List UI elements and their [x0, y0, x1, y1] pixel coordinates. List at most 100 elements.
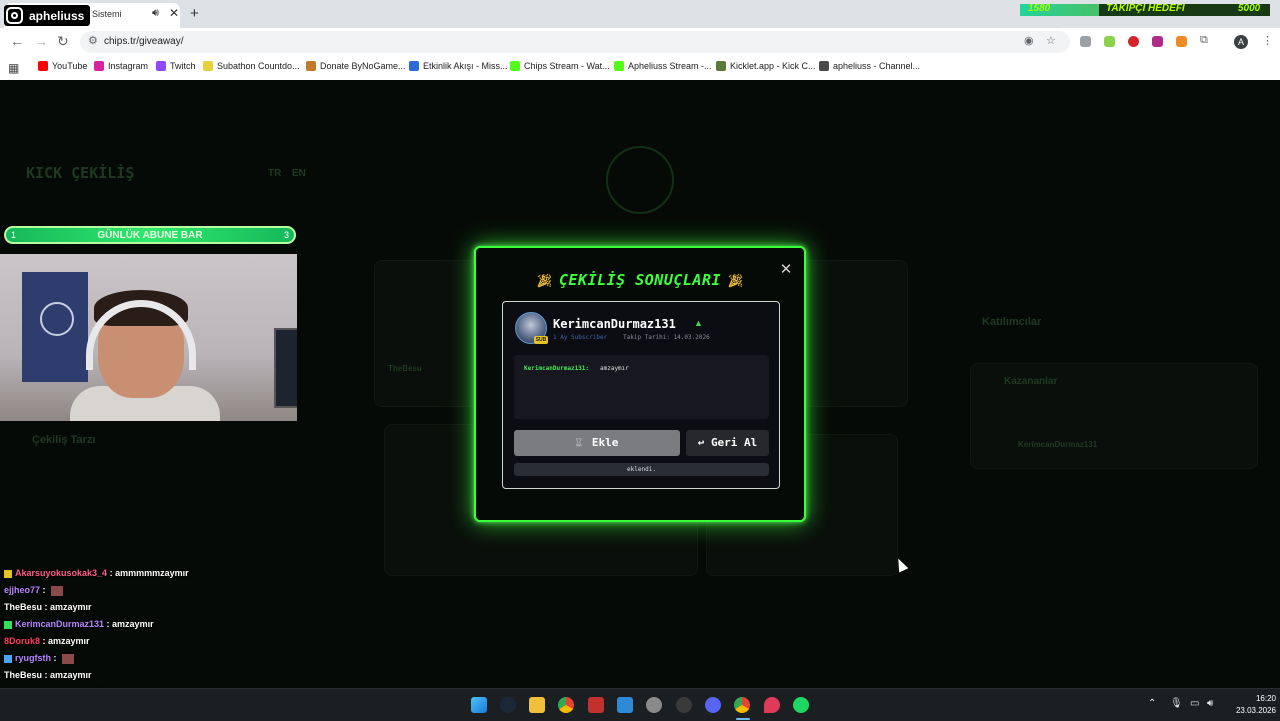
winner-subscription: 1 Ay Subscriber — [553, 334, 608, 341]
app-icon[interactable] — [617, 697, 633, 713]
apps-grid-icon[interactable]: ▦ — [8, 61, 19, 75]
chat-separator: : — [42, 602, 51, 612]
bookmark-item[interactable]: Donate ByNoGame... — [306, 61, 406, 71]
daily-sub-bar: 1 GÜNLÜK ABUNE BAR 3 — [4, 226, 296, 244]
lang-en[interactable]: EN — [292, 168, 306, 179]
chrome-icon[interactable] — [558, 697, 574, 713]
clock-time[interactable]: 16:20 — [1236, 694, 1276, 703]
bookmark-favicon-icon — [716, 61, 726, 71]
profile-avatar[interactable]: A — [1234, 35, 1248, 49]
brand-overlay: apheliuss — [4, 5, 91, 26]
extension-icon[interactable] — [1104, 36, 1115, 47]
volume-icon[interactable]: 🔊︎ — [1207, 698, 1213, 709]
chat-message: 8Doruk8 : amzaymır — [4, 636, 90, 646]
star-icon[interactable]: ☆ — [1046, 34, 1056, 47]
network-icon[interactable]: ▭ — [1190, 698, 1199, 709]
site-info-icon[interactable]: ⚙ — [88, 34, 98, 47]
bookmark-favicon-icon — [306, 61, 316, 71]
party-popper-icon: 🎉︎ — [727, 274, 745, 289]
puzzle-icon[interactable]: ⧉ — [1200, 34, 1208, 47]
discord-icon[interactable] — [705, 697, 721, 713]
chat-text: amzaymır — [48, 636, 90, 646]
chat-message: ejjheo77 : — [4, 585, 64, 596]
close-icon[interactable]: ✕ — [169, 6, 179, 20]
bookmark-item[interactable]: Subathon Countdo... — [203, 61, 300, 71]
bookmark-item[interactable]: Instagram — [94, 61, 148, 71]
bookmark-favicon-icon — [409, 61, 419, 71]
bookmark-item[interactable]: YouTube — [38, 61, 87, 71]
chat-separator: : — [40, 585, 49, 595]
chrome-icon[interactable] — [734, 697, 750, 713]
folder-icon[interactable] — [529, 697, 545, 713]
bookmark-label: apheliuss - Channel... — [833, 61, 921, 71]
bookmark-favicon-icon — [614, 61, 624, 71]
winner-entry: KerimcanDurmaz131 — [1018, 440, 1098, 449]
steam-icon[interactable] — [500, 697, 516, 713]
back-icon[interactable]: ← — [10, 33, 24, 49]
status-message: eklendi. — [514, 463, 769, 476]
bookmark-favicon-icon — [38, 61, 48, 71]
draw-type-title: Çekiliş Tarzı — [32, 434, 96, 446]
menu-dots-icon[interactable]: ⋮ — [1262, 34, 1273, 47]
chat-message: KerimcanDurmaz131 : amzaymır — [4, 619, 154, 629]
participant-name: TheBesu — [388, 364, 422, 373]
bookmark-item[interactable]: Twitch — [156, 61, 196, 71]
extension-icon[interactable] — [1176, 36, 1187, 47]
participants-title: Katılımcılar — [982, 316, 1042, 328]
speaker-icon[interactable]: 🔊︎ — [152, 7, 159, 20]
chat-text: amzaymır — [50, 670, 92, 680]
follower-count: 1580 — [1028, 4, 1051, 14]
add-button[interactable]: ⌛︎ Ekle — [514, 430, 680, 456]
shield-icon[interactable] — [1080, 36, 1091, 47]
wall-banner — [22, 272, 88, 382]
chat-badge-icon — [4, 569, 12, 578]
reload-icon[interactable]: ↻ — [57, 33, 69, 50]
bookmark-item[interactable]: Etkinlik Akışı - Miss... — [409, 61, 508, 71]
microphone-icon[interactable]: 🎙︎ — [1170, 698, 1183, 709]
chat-badge-icon — [4, 620, 12, 629]
bookmark-label: Instagram — [108, 61, 149, 71]
forward-icon[interactable]: → — [34, 33, 48, 49]
bookmark-item[interactable]: Apheliuss Stream -... — [614, 61, 712, 71]
chat-separator: : — [107, 568, 116, 578]
url-text[interactable]: chips.tr/giveaway/ — [104, 36, 183, 47]
bookmark-label: Kicklet.app - Kick C... — [730, 61, 816, 71]
extension-icon[interactable] — [1128, 36, 1139, 47]
lang-tr[interactable]: TR — [268, 168, 281, 179]
spotify-icon[interactable] — [793, 697, 809, 713]
undo-button-label: Geri Al — [710, 436, 758, 449]
chat-message: TheBesu : amzaymır — [4, 602, 92, 612]
extension-icon[interactable] — [1152, 36, 1163, 47]
chevron-up-icon[interactable]: ⌃ — [1148, 698, 1156, 709]
chat-text: amzaymır — [50, 602, 92, 612]
eye-off-icon[interactable]: ◉ — [1024, 34, 1034, 47]
chat-separator: : — [40, 636, 49, 646]
start-icon[interactable] — [471, 697, 487, 713]
bookmark-item[interactable]: Kicklet.app - Kick C... — [716, 61, 816, 71]
undo-button[interactable]: ↩ Geri Al — [686, 430, 769, 456]
app-icon[interactable] — [646, 697, 662, 713]
app-icon[interactable] — [588, 697, 604, 713]
sub-bar-label: GÜNLÜK ABUNE BAR — [97, 230, 203, 241]
new-tab-button[interactable]: + — [190, 5, 199, 22]
follower-goal-label: TAKİPÇİ HEDEFİ — [1106, 4, 1185, 14]
chat-badge-icon — [4, 654, 12, 663]
emote-icon — [51, 585, 64, 596]
browser-tab-strip: Sistemi 🔊︎ ✕ + apheliuss 1580 TAKİPÇİ HE… — [0, 0, 1280, 28]
bookmark-item[interactable]: Chips Stream - Wat... — [510, 61, 610, 71]
app-icon[interactable] — [676, 697, 692, 713]
chat-username: ejjheo77 — [4, 585, 41, 595]
bookmark-label: Donate ByNoGame... — [320, 61, 406, 71]
chat-text: amzaymır — [112, 619, 154, 629]
bookmark-favicon-icon — [819, 61, 829, 71]
map-pin-icon[interactable] — [764, 697, 780, 713]
bookmarks-bar: YouTube Instagram Twitch Subathon Countdo..… — [0, 56, 1280, 81]
party-popper-icon: 🎉︎ — [535, 274, 553, 289]
chat-text: ammmmmzaymır — [115, 568, 189, 578]
bookmark-label: Chips Stream - Wat... — [524, 61, 610, 71]
follower-target: 5000 — [1238, 4, 1261, 14]
url-field[interactable]: ⚙ chips.tr/giveaway/ — [80, 31, 1070, 53]
clock-date[interactable]: 23.03.2026 — [1228, 706, 1276, 715]
bookmark-item[interactable]: apheliuss - Channel... — [819, 61, 920, 71]
modal-title-text: ÇEKİLİŞ SONUÇLARI — [558, 271, 722, 289]
